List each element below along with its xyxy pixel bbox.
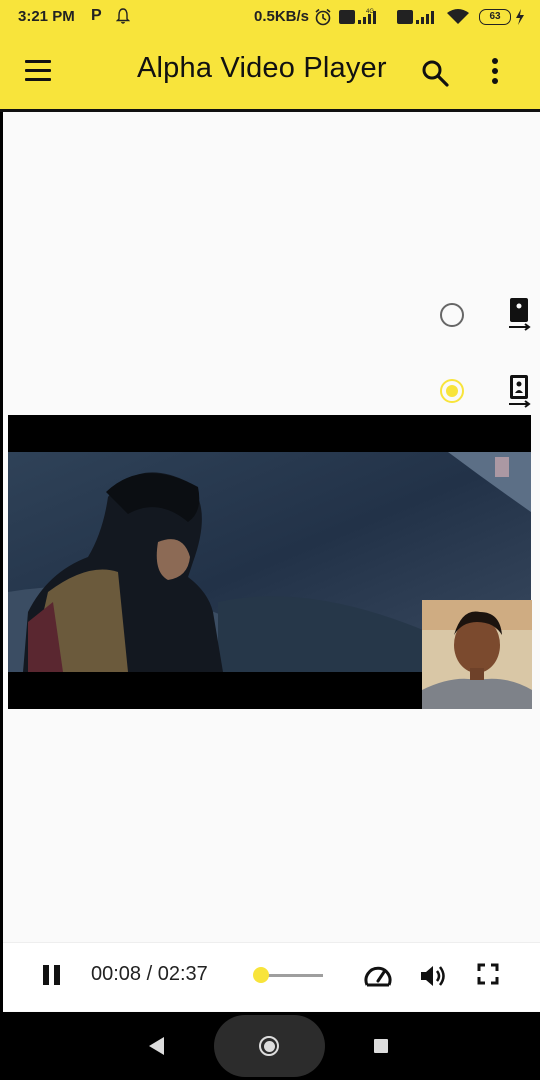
alarm-icon [315,8,331,26]
volte-signal-icon: 4G [339,9,376,24]
status-time: 3:21 PM [18,8,75,25]
player-controls: 00:08 / 02:37 [3,942,540,1011]
landscape-orientation-radio[interactable] [440,379,464,403]
signal-icon [397,10,434,24]
navigation-bar [0,1012,540,1080]
overflow-menu-icon[interactable] [490,57,500,87]
fullscreen-icon[interactable] [477,963,499,985]
search-icon[interactable] [421,59,449,87]
portrait-orientation-icon[interactable] [507,297,531,331]
home-icon[interactable] [214,1015,325,1077]
recents-icon[interactable] [374,1039,388,1053]
wifi-icon [447,9,469,24]
menu-icon[interactable] [25,60,51,82]
app-title: Alpha Video Player [137,52,387,84]
seek-bar[interactable] [253,967,323,983]
app-bar: Alpha Video Player [0,33,540,112]
network-speed: 0.5KB/s [254,8,310,25]
landscape-orientation-icon[interactable] [507,374,531,408]
playback-time: 00:08 / 02:37 [91,963,208,985]
portrait-orientation-radio[interactable] [440,303,464,327]
back-icon[interactable] [147,1036,165,1056]
charging-icon [516,9,524,25]
pause-icon[interactable] [43,965,63,987]
svg-text:4G: 4G [366,9,374,15]
camera-feed [422,600,532,709]
volume-icon[interactable] [419,963,447,989]
seek-thumb[interactable] [253,967,270,983]
p-icon: P [91,7,102,24]
battery-icon: 63 [479,9,511,25]
playback-speed-icon[interactable] [363,963,393,989]
status-bar: 3:21 PM P 0.5KB/s 4G 63 [0,0,540,33]
bell-icon [116,8,130,24]
camera-preview[interactable] [422,600,532,709]
